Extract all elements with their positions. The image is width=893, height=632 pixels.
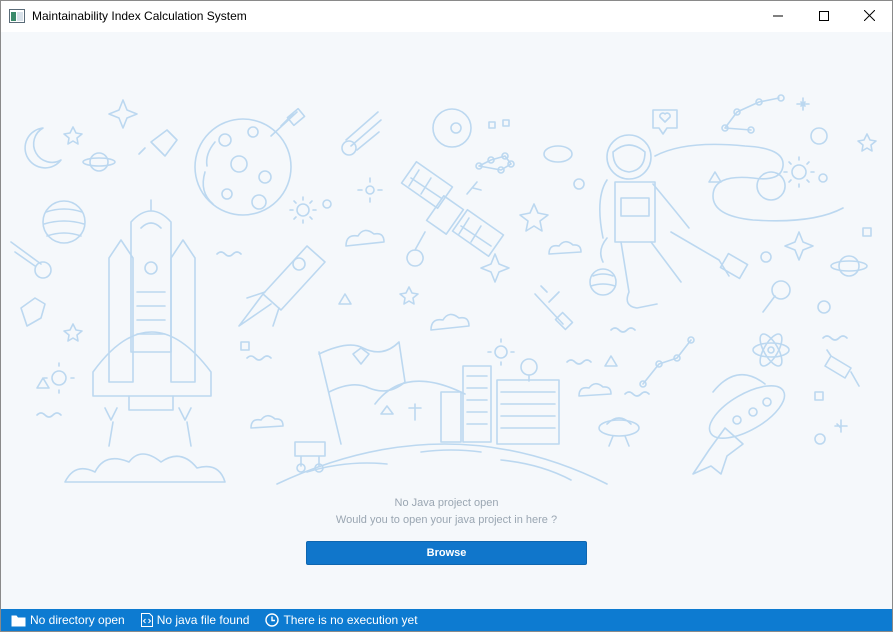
minimize-button[interactable]	[755, 1, 801, 32]
status-execution: There is no execution yet	[265, 613, 418, 627]
code-file-icon	[140, 613, 153, 627]
title-bar[interactable]: Maintainability Index Calculation System	[1, 1, 892, 32]
app-window-icon	[9, 9, 25, 23]
empty-state-title: No Java project open	[394, 497, 499, 509]
minimize-icon	[773, 8, 783, 26]
clock-icon	[265, 613, 280, 627]
app-window: Maintainability Index Calculation System	[0, 0, 893, 632]
status-directory-label: No directory open	[30, 613, 125, 627]
status-bar: No directory open No java file found The…	[1, 609, 892, 631]
status-java-file-label: No java file found	[156, 613, 250, 627]
maximize-icon	[819, 8, 829, 26]
browse-button[interactable]: Browse	[306, 541, 587, 565]
space-scene-illustration	[10, 94, 877, 485]
maximize-button[interactable]	[801, 1, 847, 32]
status-java-file: No java file found	[140, 613, 250, 627]
status-execution-label: There is no execution yet	[283, 613, 418, 627]
close-icon	[863, 8, 875, 26]
status-directory: No directory open	[11, 613, 125, 627]
empty-state-subtitle: Would you to open your java project in h…	[335, 514, 558, 526]
folder-icon	[11, 615, 26, 626]
close-button[interactable]	[846, 1, 892, 32]
main-content: No Java project open Would you to open y…	[1, 32, 892, 609]
window-title: Maintainability Index Calculation System	[32, 9, 247, 23]
